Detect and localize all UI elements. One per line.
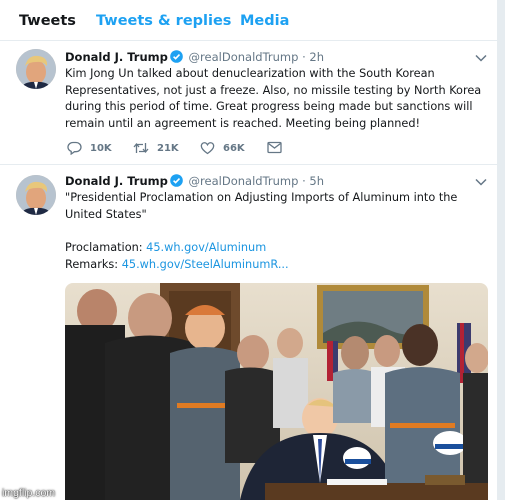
reply-button[interactable]: 10K — [67, 141, 112, 155]
signing-ceremony-image — [65, 283, 488, 500]
proclamation-link[interactable]: 45.wh.gov/Aluminum — [146, 241, 266, 254]
tweet-header: Donald J. Trump @realDonaldTrump · 2h — [65, 50, 324, 66]
imgflip-watermark: imgflip.com — [2, 487, 56, 499]
link-label: Remarks: — [65, 257, 119, 271]
link-label: Proclamation: — [65, 241, 143, 254]
tweet-actions: 10K 21K 66K — [67, 141, 327, 159]
retweet-icon — [133, 142, 149, 154]
like-icon — [200, 142, 215, 155]
tweet-timestamp[interactable]: 2h — [309, 50, 324, 64]
profile-timeline: Tweets Tweets & replies Media Donald J. … — [0, 0, 498, 500]
reply-count: 10K — [90, 142, 112, 154]
separator-dot: · — [302, 50, 306, 64]
chevron-down-icon[interactable] — [475, 178, 487, 186]
tweet-links: Proclamation: 45.wh.gov/Aluminum Remarks… — [65, 240, 490, 273]
retweet-count: 21K — [157, 142, 179, 154]
remarks-link[interactable]: 45.wh.gov/SteelAluminumR... — [122, 258, 289, 271]
direct-message-button[interactable] — [267, 141, 282, 154]
tweet-timestamp[interactable]: 5h — [309, 174, 324, 188]
author-handle[interactable]: @realDonaldTrump — [189, 174, 299, 188]
tweet-text: "Presidential Proclamation on Adjusting … — [65, 191, 458, 221]
tweet-text: Kim Jong Un talked about denuclearizatio… — [65, 67, 482, 130]
like-count: 66K — [223, 142, 245, 154]
avatar[interactable] — [16, 49, 56, 89]
tweet[interactable]: Donald J. Trump @realDonaldTrump · 5h "P… — [0, 165, 497, 500]
reply-icon — [67, 141, 82, 155]
avatar[interactable] — [16, 175, 56, 215]
retweet-button[interactable]: 21K — [133, 141, 179, 155]
timeline-tabs: Tweets Tweets & replies Media — [0, 0, 497, 41]
like-button[interactable]: 66K — [200, 141, 245, 155]
author-name[interactable]: Donald J. Trump — [65, 174, 168, 188]
author-handle[interactable]: @realDonaldTrump — [189, 50, 299, 64]
tab-tweets[interactable]: Tweets — [19, 13, 76, 29]
author-name[interactable]: Donald J. Trump — [65, 50, 168, 64]
message-icon — [267, 141, 282, 154]
tweet-header: Donald J. Trump @realDonaldTrump · 5h — [65, 174, 324, 190]
verified-badge-icon — [170, 174, 183, 190]
separator-dot: · — [302, 174, 306, 188]
tweet-photo[interactable] — [65, 283, 488, 500]
tab-media[interactable]: Media — [240, 13, 289, 29]
tab-tweets-and-replies[interactable]: Tweets & replies — [96, 13, 231, 29]
tweet[interactable]: Donald J. Trump @realDonaldTrump · 2h Ki… — [0, 41, 497, 165]
verified-badge-icon — [170, 50, 183, 66]
chevron-down-icon[interactable] — [475, 54, 487, 62]
